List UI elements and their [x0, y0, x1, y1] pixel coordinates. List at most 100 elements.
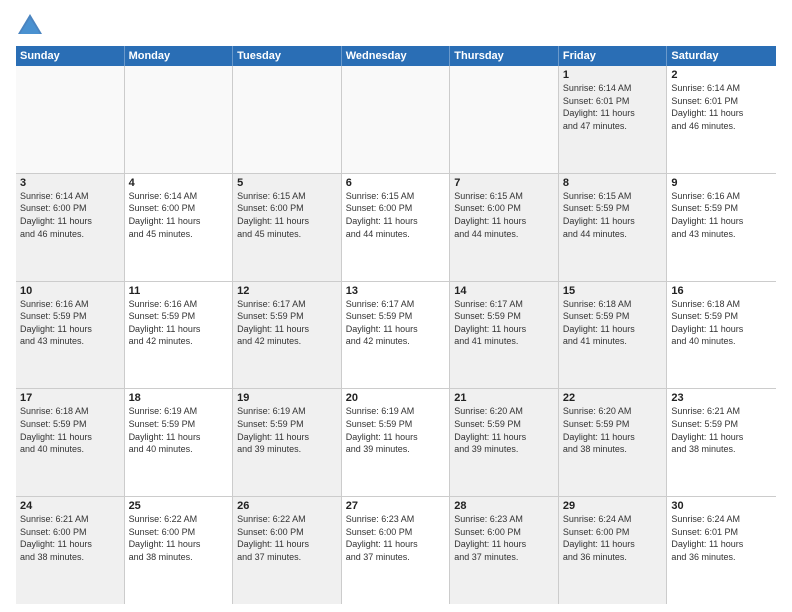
- day-details: Sunrise: 6:24 AMSunset: 6:01 PMDaylight:…: [671, 513, 772, 563]
- day-details: Sunrise: 6:24 AMSunset: 6:00 PMDaylight:…: [563, 513, 663, 563]
- day-cell-15: 15Sunrise: 6:18 AMSunset: 5:59 PMDayligh…: [559, 282, 668, 389]
- day-cell-27: 27Sunrise: 6:23 AMSunset: 6:00 PMDayligh…: [342, 497, 451, 604]
- day-number: 8: [563, 177, 663, 189]
- day-cell-1: 1Sunrise: 6:14 AMSunset: 6:01 PMDaylight…: [559, 66, 668, 173]
- day-cell-26: 26Sunrise: 6:22 AMSunset: 6:00 PMDayligh…: [233, 497, 342, 604]
- day-header-friday: Friday: [559, 46, 668, 66]
- day-number: 22: [563, 392, 663, 404]
- day-cell-21: 21Sunrise: 6:20 AMSunset: 5:59 PMDayligh…: [450, 389, 559, 496]
- day-number: 30: [671, 500, 772, 512]
- day-details: Sunrise: 6:21 AMSunset: 6:00 PMDaylight:…: [20, 513, 120, 563]
- day-details: Sunrise: 6:20 AMSunset: 5:59 PMDaylight:…: [454, 405, 554, 455]
- day-number: 14: [454, 285, 554, 297]
- day-details: Sunrise: 6:19 AMSunset: 5:59 PMDaylight:…: [237, 405, 337, 455]
- day-header-saturday: Saturday: [667, 46, 776, 66]
- day-details: Sunrise: 6:19 AMSunset: 5:59 PMDaylight:…: [129, 405, 229, 455]
- day-number: 15: [563, 285, 663, 297]
- day-number: 28: [454, 500, 554, 512]
- day-details: Sunrise: 6:14 AMSunset: 6:00 PMDaylight:…: [20, 190, 120, 240]
- day-number: 29: [563, 500, 663, 512]
- day-cell-17: 17Sunrise: 6:18 AMSunset: 5:59 PMDayligh…: [16, 389, 125, 496]
- day-cell-29: 29Sunrise: 6:24 AMSunset: 6:00 PMDayligh…: [559, 497, 668, 604]
- day-number: 20: [346, 392, 446, 404]
- day-cell-25: 25Sunrise: 6:22 AMSunset: 6:00 PMDayligh…: [125, 497, 234, 604]
- day-header-monday: Monday: [125, 46, 234, 66]
- empty-cell: [125, 66, 234, 173]
- day-number: 16: [671, 285, 772, 297]
- day-details: Sunrise: 6:15 AMSunset: 5:59 PMDaylight:…: [563, 190, 663, 240]
- day-details: Sunrise: 6:17 AMSunset: 5:59 PMDaylight:…: [454, 298, 554, 348]
- day-cell-22: 22Sunrise: 6:20 AMSunset: 5:59 PMDayligh…: [559, 389, 668, 496]
- day-number: 12: [237, 285, 337, 297]
- empty-cell: [16, 66, 125, 173]
- day-details: Sunrise: 6:16 AMSunset: 5:59 PMDaylight:…: [671, 190, 772, 240]
- day-details: Sunrise: 6:16 AMSunset: 5:59 PMDaylight:…: [129, 298, 229, 348]
- day-cell-5: 5Sunrise: 6:15 AMSunset: 6:00 PMDaylight…: [233, 174, 342, 281]
- day-cell-28: 28Sunrise: 6:23 AMSunset: 6:00 PMDayligh…: [450, 497, 559, 604]
- day-number: 11: [129, 285, 229, 297]
- day-cell-30: 30Sunrise: 6:24 AMSunset: 6:01 PMDayligh…: [667, 497, 776, 604]
- day-details: Sunrise: 6:17 AMSunset: 5:59 PMDaylight:…: [237, 298, 337, 348]
- day-number: 2: [671, 69, 772, 81]
- day-cell-24: 24Sunrise: 6:21 AMSunset: 6:00 PMDayligh…: [16, 497, 125, 604]
- day-details: Sunrise: 6:17 AMSunset: 5:59 PMDaylight:…: [346, 298, 446, 348]
- day-number: 25: [129, 500, 229, 512]
- day-cell-7: 7Sunrise: 6:15 AMSunset: 6:00 PMDaylight…: [450, 174, 559, 281]
- day-number: 6: [346, 177, 446, 189]
- calendar-row-5: 24Sunrise: 6:21 AMSunset: 6:00 PMDayligh…: [16, 497, 776, 604]
- header: [16, 12, 776, 40]
- day-details: Sunrise: 6:18 AMSunset: 5:59 PMDaylight:…: [563, 298, 663, 348]
- day-header-thursday: Thursday: [450, 46, 559, 66]
- page: SundayMondayTuesdayWednesdayThursdayFrid…: [0, 0, 792, 612]
- day-cell-20: 20Sunrise: 6:19 AMSunset: 5:59 PMDayligh…: [342, 389, 451, 496]
- day-cell-9: 9Sunrise: 6:16 AMSunset: 5:59 PMDaylight…: [667, 174, 776, 281]
- day-cell-11: 11Sunrise: 6:16 AMSunset: 5:59 PMDayligh…: [125, 282, 234, 389]
- day-cell-19: 19Sunrise: 6:19 AMSunset: 5:59 PMDayligh…: [233, 389, 342, 496]
- day-number: 9: [671, 177, 772, 189]
- day-number: 21: [454, 392, 554, 404]
- logo-icon: [16, 12, 44, 40]
- day-number: 27: [346, 500, 446, 512]
- day-details: Sunrise: 6:15 AMSunset: 6:00 PMDaylight:…: [346, 190, 446, 240]
- calendar-row-1: 1Sunrise: 6:14 AMSunset: 6:01 PMDaylight…: [16, 66, 776, 174]
- day-details: Sunrise: 6:14 AMSunset: 6:01 PMDaylight:…: [563, 82, 663, 132]
- day-details: Sunrise: 6:23 AMSunset: 6:00 PMDaylight:…: [454, 513, 554, 563]
- day-header-tuesday: Tuesday: [233, 46, 342, 66]
- day-details: Sunrise: 6:15 AMSunset: 6:00 PMDaylight:…: [454, 190, 554, 240]
- day-cell-18: 18Sunrise: 6:19 AMSunset: 5:59 PMDayligh…: [125, 389, 234, 496]
- day-cell-8: 8Sunrise: 6:15 AMSunset: 5:59 PMDaylight…: [559, 174, 668, 281]
- day-number: 24: [20, 500, 120, 512]
- day-number: 7: [454, 177, 554, 189]
- day-details: Sunrise: 6:21 AMSunset: 5:59 PMDaylight:…: [671, 405, 772, 455]
- day-number: 19: [237, 392, 337, 404]
- day-cell-2: 2Sunrise: 6:14 AMSunset: 6:01 PMDaylight…: [667, 66, 776, 173]
- day-number: 23: [671, 392, 772, 404]
- empty-cell: [233, 66, 342, 173]
- day-cell-3: 3Sunrise: 6:14 AMSunset: 6:00 PMDaylight…: [16, 174, 125, 281]
- day-cell-4: 4Sunrise: 6:14 AMSunset: 6:00 PMDaylight…: [125, 174, 234, 281]
- day-details: Sunrise: 6:18 AMSunset: 5:59 PMDaylight:…: [671, 298, 772, 348]
- calendar-body: 1Sunrise: 6:14 AMSunset: 6:01 PMDaylight…: [16, 66, 776, 604]
- day-number: 3: [20, 177, 120, 189]
- day-number: 1: [563, 69, 663, 81]
- day-details: Sunrise: 6:19 AMSunset: 5:59 PMDaylight:…: [346, 405, 446, 455]
- day-cell-13: 13Sunrise: 6:17 AMSunset: 5:59 PMDayligh…: [342, 282, 451, 389]
- logo: [16, 12, 48, 40]
- day-details: Sunrise: 6:16 AMSunset: 5:59 PMDaylight:…: [20, 298, 120, 348]
- day-details: Sunrise: 6:18 AMSunset: 5:59 PMDaylight:…: [20, 405, 120, 455]
- calendar: SundayMondayTuesdayWednesdayThursdayFrid…: [16, 46, 776, 604]
- day-number: 17: [20, 392, 120, 404]
- day-details: Sunrise: 6:14 AMSunset: 6:00 PMDaylight:…: [129, 190, 229, 240]
- day-number: 26: [237, 500, 337, 512]
- empty-cell: [450, 66, 559, 173]
- day-cell-16: 16Sunrise: 6:18 AMSunset: 5:59 PMDayligh…: [667, 282, 776, 389]
- day-cell-12: 12Sunrise: 6:17 AMSunset: 5:59 PMDayligh…: [233, 282, 342, 389]
- day-number: 10: [20, 285, 120, 297]
- day-header-sunday: Sunday: [16, 46, 125, 66]
- day-number: 4: [129, 177, 229, 189]
- day-cell-23: 23Sunrise: 6:21 AMSunset: 5:59 PMDayligh…: [667, 389, 776, 496]
- day-cell-6: 6Sunrise: 6:15 AMSunset: 6:00 PMDaylight…: [342, 174, 451, 281]
- calendar-row-4: 17Sunrise: 6:18 AMSunset: 5:59 PMDayligh…: [16, 389, 776, 497]
- day-details: Sunrise: 6:22 AMSunset: 6:00 PMDaylight:…: [129, 513, 229, 563]
- day-header-wednesday: Wednesday: [342, 46, 451, 66]
